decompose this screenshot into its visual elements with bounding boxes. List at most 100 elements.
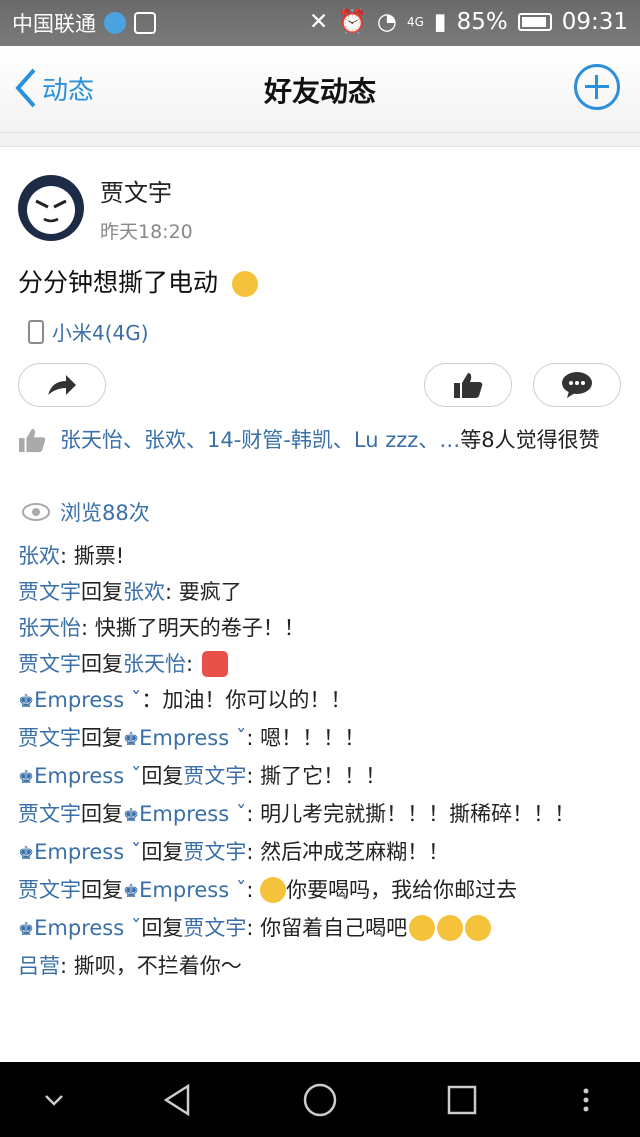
- comment-text: 要疯了: [178, 580, 242, 604]
- comment-text: 你留着自己喝吧: [260, 916, 408, 940]
- commenter-name[interactable]: Empress ˇ: [139, 726, 246, 750]
- notification-icon: [104, 12, 126, 34]
- post-content-text: 分分钟想撕了电动: [18, 268, 219, 297]
- share-arrow-icon: [48, 375, 76, 395]
- system-nav-bar: [0, 1062, 640, 1137]
- avatar-face-icon: [27, 186, 75, 234]
- eye-icon: [22, 503, 50, 521]
- commenter-name[interactable]: Empress ˇ: [139, 802, 246, 826]
- comment-item[interactable]: ♚Empress ˇ回复贾文宇: 然后冲成芝麻糊！！: [18, 837, 628, 869]
- commenter-name[interactable]: Empress ˇ: [34, 764, 141, 788]
- crown-icon: ♚: [123, 805, 140, 826]
- device-info: 小米4(4G): [28, 317, 149, 346]
- crown-icon: ♚: [18, 767, 35, 788]
- comment-separator: :: [186, 652, 200, 676]
- commenter-name[interactable]: 贾文宇: [18, 802, 81, 826]
- commenter-name[interactable]: Empress ˇ: [34, 916, 141, 940]
- commenter-name[interactable]: 贾文宇: [183, 840, 246, 864]
- comment-text: 撕了它！！！: [260, 764, 387, 788]
- commenter-name[interactable]: 贾文宇: [18, 726, 81, 750]
- commenter-name[interactable]: 张欢: [18, 544, 60, 568]
- comment-item[interactable]: 贾文宇回复♚Empress ˇ: 嗯！！！！: [18, 723, 628, 755]
- gift-emoji-icon: [201, 651, 228, 677]
- laughing-emoji-icon: [260, 877, 287, 903]
- post-content: 分分钟想撕了电动: [18, 263, 258, 299]
- comment-button[interactable]: [533, 363, 621, 407]
- app-header: 动态 好友动态: [0, 46, 640, 133]
- commenter-name[interactable]: 张天怡: [123, 652, 186, 676]
- signal-icon: ▮: [433, 8, 447, 35]
- commenter-name[interactable]: 张天怡: [18, 616, 81, 640]
- status-bar: 中国联通 ✕ ⏰ ◔ 4G ▮ 85% 09:31: [0, 0, 640, 46]
- vibrate-icon: ✕: [308, 8, 329, 35]
- recent-apps-icon[interactable]: [442, 1080, 482, 1120]
- reply-word: 回复: [81, 878, 123, 902]
- commenter-name[interactable]: 贾文宇: [18, 652, 81, 676]
- commenter-name[interactable]: 张欢: [123, 580, 165, 604]
- comment-item[interactable]: 张天怡: 快撕了明天的卷子！！: [18, 613, 628, 643]
- image-icon: [134, 12, 156, 34]
- crown-icon: ♚: [123, 729, 140, 750]
- commenter-name[interactable]: Empress ˇ: [34, 840, 141, 864]
- crown-icon: ♚: [18, 919, 35, 940]
- comment-item[interactable]: 贾文宇回复♚Empress ˇ: 明儿考完就撕！！！撕稀碎！！！: [18, 799, 628, 831]
- post-author[interactable]: 贾文宇: [100, 173, 172, 208]
- comment-separator: :: [246, 802, 261, 826]
- battery-percent: 85%: [456, 8, 508, 35]
- comment-item[interactable]: ♚Empress ˇ回复贾文宇: 撕了它！！！: [18, 761, 628, 793]
- commenter-name[interactable]: Empress ˇ: [139, 878, 246, 902]
- post-card: 贾文宇 昨天18:20 分分钟想撕了电动 小米4(4G) 张天怡、张欢、14-财…: [0, 146, 640, 1077]
- crown-icon: ♚: [123, 881, 140, 902]
- reply-word: 回复: [141, 840, 184, 864]
- like-button[interactable]: [424, 363, 512, 407]
- commenter-name[interactable]: 贾文宇: [18, 878, 81, 902]
- reply-word: 回复: [81, 802, 123, 826]
- comment-item[interactable]: ♚Empress ˇ：加油！你可以的！！: [18, 685, 628, 717]
- crown-icon: ♚: [18, 691, 35, 712]
- carrier-label: 中国联通: [12, 12, 96, 36]
- phone-icon: [28, 319, 44, 344]
- comment-list: 张欢: 撕票! 贾文宇回复张欢: 要疯了 张天怡: 快撕了明天的卷子！！ 贾文宇回复张…: [18, 535, 628, 987]
- views-label: 浏览88次: [60, 501, 150, 525]
- share-button[interactable]: [18, 363, 106, 407]
- laughing-emoji-icon: [409, 915, 436, 941]
- post-time: 昨天18:20: [100, 221, 193, 243]
- comment-item[interactable]: 贾文宇回复张天怡:: [18, 649, 628, 679]
- collapse-icon[interactable]: [34, 1080, 74, 1120]
- comment-separator: :: [165, 580, 179, 604]
- wifi-icon: ◔: [376, 8, 397, 35]
- comment-separator: :: [246, 840, 261, 864]
- laughing-emoji-icon: [465, 915, 492, 941]
- back-nav-icon[interactable]: [158, 1080, 198, 1120]
- comment-item[interactable]: ♚Empress ˇ回复贾文宇: 你留着自己喝吧: [18, 913, 628, 945]
- comment-text: 明儿考完就撕！！！撕稀碎！！！: [260, 802, 576, 826]
- reply-word: 回复: [81, 726, 123, 750]
- page-title: 好友动态: [263, 75, 376, 108]
- comment-text: 然后冲成芝麻糊！！: [260, 840, 450, 864]
- commenter-name[interactable]: 贾文宇: [183, 764, 246, 788]
- comment-separator: :: [246, 916, 261, 940]
- comment-item[interactable]: 贾文宇回复♚Empress ˇ: 你要喝吗，我给你邮过去: [18, 875, 628, 907]
- commenter-name[interactable]: Empress ˇ: [34, 688, 141, 712]
- commenter-name[interactable]: 贾文宇: [18, 580, 81, 604]
- laughing-emoji-icon: [437, 915, 464, 941]
- likers-list[interactable]: 张天怡、张欢、14-财管-韩凯、Lu zzz、…: [60, 428, 460, 452]
- comment-item[interactable]: 吕营: 撕呗，不拦着你～: [18, 951, 628, 981]
- reply-word: 回复: [81, 580, 123, 604]
- commenter-name[interactable]: 贾文宇: [183, 916, 246, 940]
- home-icon[interactable]: [300, 1080, 340, 1120]
- commenter-name[interactable]: 吕营: [18, 954, 60, 978]
- network-label: 4G: [406, 14, 424, 29]
- comment-item[interactable]: 贾文宇回复张欢: 要疯了: [18, 577, 628, 607]
- likes-count: 等8人觉得很赞: [460, 428, 600, 452]
- clock: 09:31: [561, 8, 628, 35]
- comment-text: 撕呗，不拦着你～: [73, 954, 242, 978]
- comment-separator: :: [60, 544, 74, 568]
- comment-bubble-icon: [562, 372, 592, 398]
- avatar[interactable]: [18, 175, 84, 241]
- comment-separator: :: [246, 764, 261, 788]
- add-button[interactable]: [574, 64, 620, 110]
- comment-text: 加油！你可以的！！: [162, 688, 352, 712]
- comment-item[interactable]: 张欢: 撕票!: [18, 541, 628, 571]
- more-options-icon[interactable]: [566, 1080, 606, 1120]
